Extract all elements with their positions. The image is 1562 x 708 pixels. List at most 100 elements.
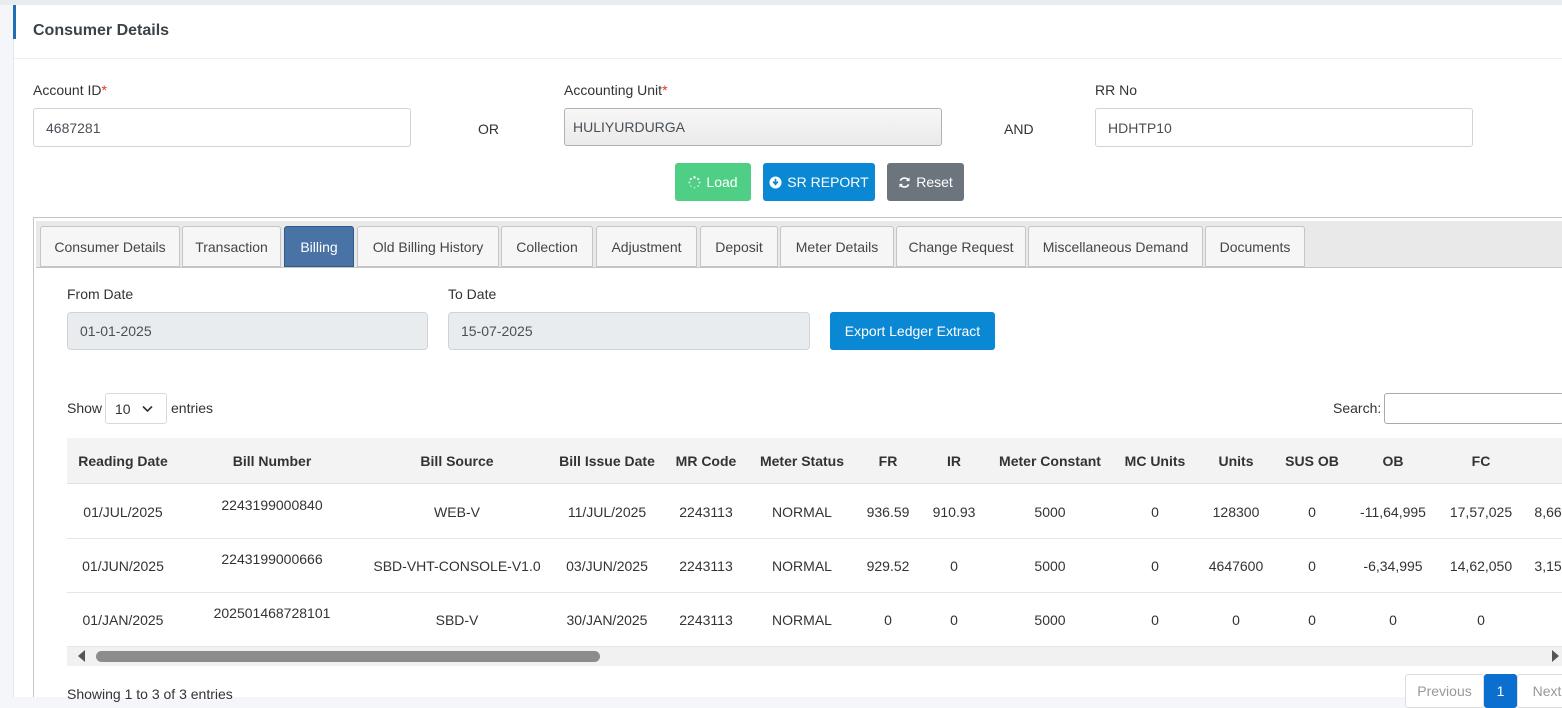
column-header[interactable]: SUS OB: [1285, 453, 1339, 469]
from-date-input[interactable]: 01-01-2025: [67, 312, 428, 350]
table-cell: 929.52: [866, 558, 910, 574]
tab-old-billing-history[interactable]: Old Billing History: [357, 226, 499, 267]
table-cell: 0: [950, 612, 958, 628]
scroll-left-arrow-icon[interactable]: [78, 650, 85, 662]
pagination-next[interactable]: Next: [1517, 674, 1562, 708]
table-cell: 0: [1389, 612, 1397, 628]
column-header[interactable]: FR: [879, 453, 898, 469]
rr-no-input[interactable]: HDHTP10: [1095, 108, 1473, 147]
accounting-unit-label: Accounting Unit*: [564, 82, 668, 98]
column-header[interactable]: Meter Constant: [999, 453, 1101, 469]
export-ledger-extract-button[interactable]: Export Ledger Extract: [830, 312, 995, 350]
page-length-select[interactable]: 10: [105, 393, 167, 424]
tab-transaction[interactable]: Transaction: [182, 226, 281, 267]
table-cell: NORMAL: [772, 558, 832, 574]
rr-no-label: RR No: [1095, 82, 1138, 98]
tab-change-request[interactable]: Change Request: [896, 226, 1026, 267]
scrollbar-thumb[interactable]: [96, 651, 600, 662]
table-cell: 30/JAN/2025: [566, 612, 648, 628]
show-label: Show: [67, 400, 103, 416]
from-date-label: From Date: [67, 286, 134, 302]
table-cell: 0: [1308, 612, 1316, 628]
chevron-down-icon: [142, 405, 153, 413]
table-cell: 0: [1232, 612, 1240, 628]
card-header-divider: [14, 58, 1562, 59]
table-cell: 0: [1151, 612, 1159, 628]
table-cell: 5000: [1034, 504, 1066, 520]
column-header[interactable]: Units: [1219, 453, 1254, 469]
pagination-previous[interactable]: Previous: [1405, 674, 1484, 708]
entries-label: entries: [171, 400, 214, 416]
column-header[interactable]: Bill Source: [420, 453, 493, 469]
table-cell: 0: [1477, 612, 1485, 628]
load-button-label: Load: [706, 174, 738, 190]
table-cell: 01/JUN/2025: [82, 558, 164, 574]
tab-miscellaneous-demand[interactable]: Miscellaneous Demand: [1028, 226, 1203, 267]
account-id-label: Account ID*: [33, 82, 107, 98]
tab-collection[interactable]: Collection: [501, 226, 593, 267]
table-cell: 03/JUN/2025: [566, 558, 648, 574]
scroll-right-arrow-icon[interactable]: [1552, 650, 1559, 662]
table-cell: 0: [1308, 558, 1316, 574]
tab-billing[interactable]: Billing: [284, 226, 354, 267]
pagination-page-1[interactable]: 1: [1484, 674, 1517, 708]
tab-documents[interactable]: Documents: [1205, 226, 1305, 267]
column-header[interactable]: MC Units: [1125, 453, 1186, 469]
column-header[interactable]: Bill Number: [233, 453, 312, 469]
table-cell: 5000: [1034, 612, 1066, 628]
table-cell: 0: [1151, 504, 1159, 520]
accounting-unit-select[interactable]: HULIYURDURGA: [564, 108, 942, 146]
table-cell: 2243113: [679, 504, 733, 520]
sr-report-button-label: SR REPORT: [787, 174, 869, 190]
download-circle-icon: [769, 175, 782, 189]
table-cell: 01/JUL/2025: [83, 504, 163, 520]
tab-deposit[interactable]: Deposit: [700, 226, 778, 267]
spinner-icon: [688, 175, 702, 189]
table-cell: 936.59: [866, 504, 910, 520]
table-cell: 5000: [1034, 558, 1066, 574]
column-header[interactable]: Meter Status: [760, 453, 844, 469]
table-cell: -6,34,995: [1363, 558, 1423, 574]
column-header[interactable]: IR: [947, 453, 961, 469]
table-cell: 0: [1308, 504, 1316, 520]
tab-adjustment[interactable]: Adjustment: [596, 226, 697, 267]
table-cell: -11,64,995: [1360, 504, 1426, 520]
table-cell: SBD-VHT-CONSOLE-V1.0: [373, 558, 541, 574]
column-header[interactable]: FC: [1472, 453, 1491, 469]
table-cell: SBD-V: [435, 612, 479, 628]
table-cell: 128300: [1212, 504, 1260, 520]
page-length-value: 10: [115, 400, 131, 417]
table-cell: NORMAL: [772, 612, 832, 628]
tab-meter-details[interactable]: Meter Details: [780, 226, 894, 267]
and-label: AND: [1004, 121, 1034, 137]
card-title: Consumer Details: [33, 22, 170, 39]
card-accent-bar: [13, 5, 16, 39]
column-header[interactable]: Reading Date: [78, 453, 167, 469]
reset-button[interactable]: Reset: [887, 163, 964, 201]
search-input[interactable]: [1384, 393, 1562, 424]
load-button[interactable]: Load: [675, 163, 751, 201]
required-mark: *: [662, 82, 668, 98]
left-gutter: [0, 5, 13, 697]
to-date-input[interactable]: 15-07-2025: [448, 312, 810, 350]
table-cell: 3,15,: [1534, 558, 1562, 574]
column-header[interactable]: MR Code: [676, 453, 737, 469]
table-cell: 0: [884, 612, 892, 628]
or-label: OR: [478, 121, 499, 137]
table-cell: 2243113: [679, 558, 733, 574]
account-id-input[interactable]: 4687281: [33, 108, 411, 147]
tab-consumer-details[interactable]: Consumer Details: [40, 226, 180, 267]
table-cell: 2243113: [679, 612, 733, 628]
table-cell: 8,66,: [1534, 504, 1562, 520]
refresh-icon: [899, 176, 910, 188]
column-header[interactable]: OB: [1383, 453, 1404, 469]
table-cell: 910.93: [932, 504, 976, 520]
table-cell: NORMAL: [772, 504, 832, 520]
sr-report-button[interactable]: SR REPORT: [763, 163, 875, 201]
column-header[interactable]: Bill Issue Date: [559, 453, 655, 469]
table-cell: 2243199000666: [221, 551, 323, 567]
search-label: Search:: [1333, 400, 1382, 416]
table-cell: 14,62,050: [1449, 558, 1513, 574]
table-cell: 17,57,025: [1449, 504, 1513, 520]
row-divider: [67, 592, 1562, 593]
